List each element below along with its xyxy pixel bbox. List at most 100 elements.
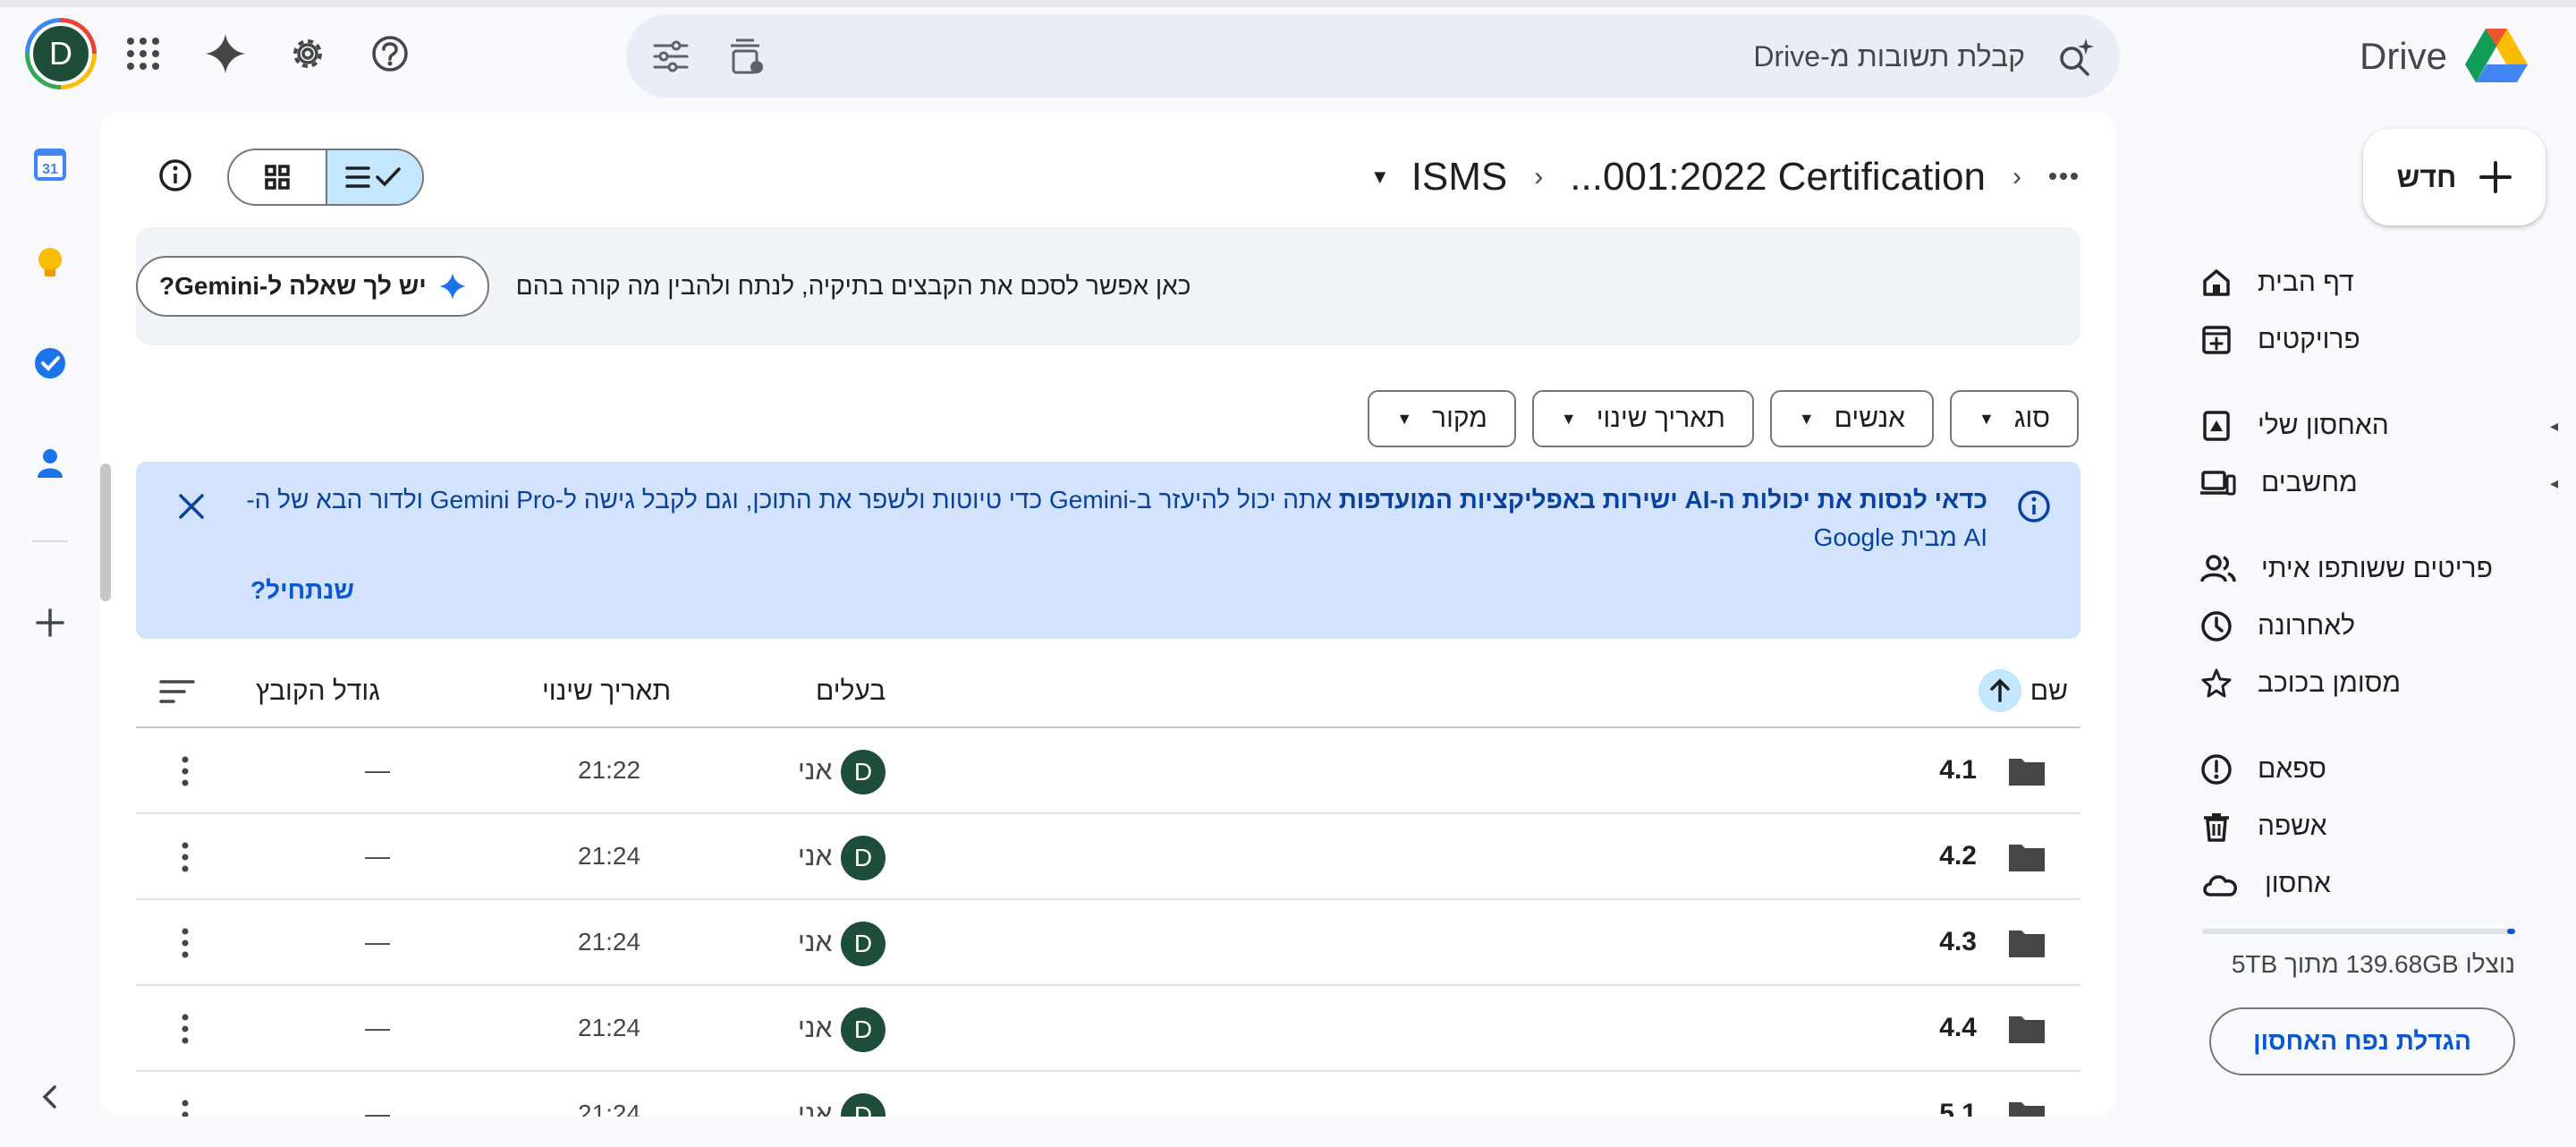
column-header-owner[interactable]: בעלים [816, 676, 886, 707]
get-more-storage-button[interactable]: הגדלת נפח האחסון [2209, 1007, 2515, 1075]
owner-avatar: D [841, 1093, 886, 1117]
calendar-icon: 31 [34, 149, 66, 181]
account-avatar[interactable]: D [25, 18, 97, 89]
banner-text: כדאי לנסות את יכולות ה-AI ישירות באפליקצ… [243, 481, 1987, 557]
column-header-size[interactable]: גודל הקובץ [256, 676, 380, 707]
nav-item-projects[interactable]: פרויקטים [2200, 311, 2551, 369]
advanced-search-icon[interactable] [651, 37, 691, 76]
chip-label: סוג [2013, 404, 2050, 433]
row-more-actions-button[interactable] [172, 837, 199, 877]
file-name[interactable]: 4.1 [1939, 755, 1977, 786]
folder-icon [2009, 845, 2045, 871]
table-row[interactable]: 4.4 D אני 21:24 — [136, 986, 2080, 1072]
nav-item-storage[interactable]: אחסון [2200, 855, 2551, 913]
table-row[interactable]: 4.3 D אני 21:24 — [136, 900, 2080, 986]
table-row[interactable]: 4.1 D אני 21:22 — [136, 728, 2080, 814]
close-icon[interactable] [172, 487, 211, 526]
contacts-app-button[interactable] [27, 440, 73, 487]
nav-item-recent[interactable]: לאחרונה [2200, 598, 2551, 655]
more-vertical-icon [182, 928, 189, 958]
more-vertical-icon [182, 1014, 189, 1044]
nav-item-trash[interactable]: אשפה [2200, 798, 2551, 855]
nav-label: אחסון [2265, 869, 2331, 898]
info-icon [159, 159, 191, 191]
home-icon [2203, 269, 2230, 296]
filter-modified-chip[interactable]: תאריך שינוי ▼ [1531, 390, 1754, 447]
table-row[interactable]: 4.2 D אני 21:24 — [136, 814, 2080, 900]
nav-label: פרויקטים [2258, 325, 2360, 354]
breadcrumb-parent[interactable]: ...001:2022 Certification [1570, 155, 1986, 200]
settings-button[interactable] [272, 18, 343, 89]
keep-lightbulb-icon [38, 248, 62, 276]
cloud-icon [2203, 875, 2237, 896]
filter-type-chip[interactable]: סוג ▼ [1950, 390, 2079, 447]
tasks-app-button[interactable] [27, 340, 73, 387]
more-breadcrumbs-button[interactable] [2048, 169, 2079, 185]
scrollbar-thumb[interactable] [100, 463, 111, 601]
projects-icon [2202, 326, 2231, 354]
more-vertical-icon [182, 842, 189, 872]
breadcrumb-current[interactable]: ISMS [1411, 155, 1508, 200]
expand-caret-icon[interactable]: ◂ [2550, 417, 2558, 436]
chip-label: מקור [1432, 404, 1487, 433]
file-name[interactable]: 4.4 [1939, 1013, 1977, 1043]
nav-label: מחשבים [2261, 468, 2358, 497]
row-more-actions-button[interactable] [172, 1009, 199, 1049]
row-more-actions-button[interactable] [172, 752, 199, 791]
file-name[interactable]: 4.2 [1939, 841, 1977, 871]
nav-item-starred[interactable]: מסומן בכוכב [2200, 655, 2551, 712]
keep-app-button[interactable] [27, 240, 73, 286]
view-details-button[interactable] [157, 157, 197, 197]
calendar-app-button[interactable]: 31 [27, 141, 73, 188]
ask-gemini-button[interactable]: יש לך שאלה ל-Gemini? [136, 256, 489, 317]
table-header: שם בעלים תאריך שינוי גודל הקובץ [136, 653, 2080, 728]
sort-options-icon[interactable] [159, 678, 195, 705]
banner-bold-text: כדאי לנסות את יכולות ה-AI ישירות באפליקצ… [1338, 486, 1987, 514]
banner-get-started-link[interactable]: שנתחיל? [250, 576, 354, 605]
tasks-check-icon [35, 348, 65, 378]
file-name[interactable]: 4.3 [1939, 927, 1977, 957]
plus-icon [36, 608, 64, 637]
storage-usage-text: נוצלו 139.68GB מתוך 5TB [2231, 950, 2515, 978]
row-more-actions-button[interactable] [172, 1095, 199, 1117]
gemini-suggestion-text: כאן אפשר לסכם את הקבצים בתיקיה, לנתח ולה… [515, 272, 1191, 300]
help-button[interactable] [354, 18, 426, 89]
sort-direction-button[interactable] [1979, 669, 2021, 712]
search-options-icon[interactable] [726, 37, 766, 76]
computers-icon [2200, 471, 2236, 496]
star-icon [2201, 668, 2232, 698]
search-bar[interactable]: קבלת תשובות מ-Drive [626, 14, 2120, 98]
folder-menu-dropdown-icon[interactable]: ▼ [1370, 166, 1390, 189]
nav-item-home[interactable]: דף הבית [2200, 254, 2551, 311]
nav-item-computers[interactable]: ◂ מחשבים [2200, 455, 2558, 512]
owner-name: אני [798, 1100, 833, 1117]
nav-item-shared[interactable]: פריטים ששותפו איתי [2200, 540, 2551, 598]
add-app-button[interactable] [27, 599, 73, 646]
gemini-button[interactable] [190, 18, 261, 89]
storage-progress-fill [2506, 929, 2515, 934]
modified-time: 21:24 [578, 1014, 641, 1041]
file-name[interactable]: 5.1 [1939, 1099, 1977, 1117]
table-row[interactable]: 5.1 D אני 21:24 — [136, 1072, 2080, 1117]
file-size: — [365, 842, 390, 870]
column-header-modified[interactable]: תאריך שינוי [542, 676, 671, 707]
nav-item-my-drive[interactable]: ◂ האחסון שלי [2200, 397, 2558, 455]
folder-icon [2009, 1016, 2045, 1043]
nav-item-spam[interactable]: ספאם [2200, 741, 2551, 798]
filter-people-chip[interactable]: אנשים ▼ [1769, 390, 1935, 447]
expand-caret-icon[interactable]: ◂ [2550, 474, 2558, 493]
search-input[interactable]: קבלת תשובות מ-Drive [766, 40, 2025, 73]
hide-side-panel-button[interactable] [27, 1074, 73, 1120]
chip-label: אנשים [1834, 404, 1906, 433]
list-view-button[interactable] [325, 150, 422, 204]
owner-name: אני [798, 842, 833, 871]
filter-source-chip[interactable]: מקור ▼ [1368, 390, 1516, 447]
clock-icon [2201, 611, 2232, 641]
info-icon [2018, 490, 2050, 523]
column-header-name[interactable]: שם [2030, 676, 2068, 707]
apps-button[interactable] [107, 18, 179, 89]
row-more-actions-button[interactable] [172, 923, 199, 963]
owner-name: אני [798, 1014, 833, 1043]
chevron-down-icon: ▼ [1798, 409, 1815, 428]
grid-view-button[interactable] [229, 150, 326, 204]
